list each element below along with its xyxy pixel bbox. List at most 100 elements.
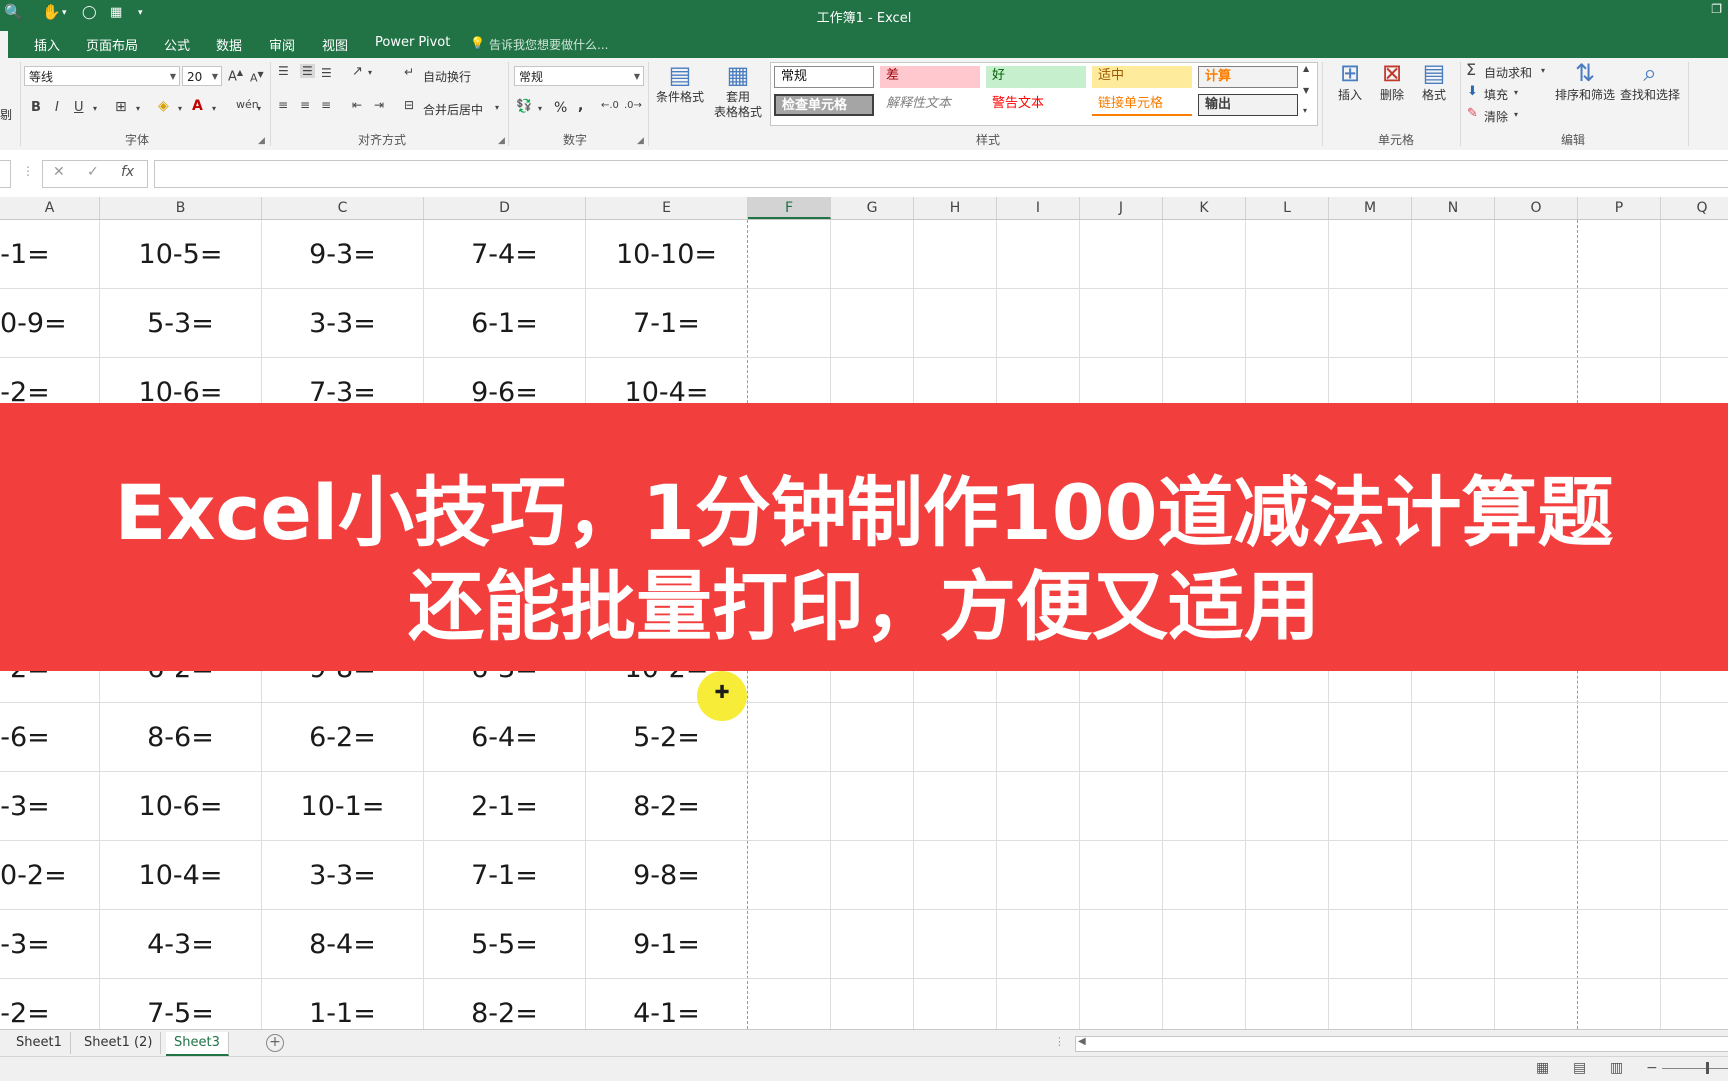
cell-D8[interactable]: 6-4= — [424, 703, 585, 772]
style-explanatory[interactable]: 解释性文本 — [880, 94, 980, 116]
border-dropdown-icon[interactable]: ▾ — [136, 104, 140, 113]
decrease-font-icon[interactable]: A▼ — [250, 70, 264, 85]
cell-E11[interactable]: 9-1= — [586, 910, 747, 979]
alignment-launcher-icon[interactable]: ◢ — [498, 136, 505, 146]
tab-insert[interactable]: 插入 — [34, 35, 60, 54]
align-left-icon[interactable]: ≡ — [278, 98, 288, 112]
delete-cells-button[interactable]: ⊠ 删除 — [1372, 58, 1412, 103]
fill-color-dropdown-icon[interactable]: ▾ — [178, 104, 182, 113]
fill-dropdown-icon[interactable]: ▾ — [1514, 88, 1518, 97]
bold-icon[interactable]: B — [31, 100, 41, 115]
cell-D2[interactable]: 6-1= — [424, 289, 585, 358]
col-header-M[interactable]: M — [1329, 197, 1412, 219]
cell-A10[interactable]: 0-2= — [0, 841, 67, 910]
align-center-icon[interactable]: ≡ — [300, 98, 310, 112]
add-sheet-icon[interactable]: + — [266, 1034, 284, 1052]
find-select-button[interactable]: ⌕ 查找和选择 — [1618, 58, 1682, 103]
style-check-cell[interactable]: 检查单元格 — [774, 94, 874, 116]
font-color-icon[interactable]: A — [192, 98, 203, 114]
page-break-view-icon[interactable]: ▥ — [1610, 1060, 1623, 1076]
cell-A11[interactable]: -3= — [0, 910, 50, 979]
sheet-tab-sheet3[interactable]: Sheet3 — [166, 1032, 229, 1056]
cell-C8[interactable]: 6-2= — [262, 703, 423, 772]
scroll-left-icon[interactable]: ◀ — [1078, 1036, 1086, 1047]
tab-home-partial[interactable] — [0, 31, 8, 58]
increase-indent-icon[interactable]: ⇥ — [374, 98, 384, 112]
italic-icon[interactable]: I — [55, 100, 59, 115]
underline-dropdown-icon[interactable]: ▾ — [93, 104, 97, 113]
insert-cells-button[interactable]: ⊞ 插入 — [1330, 58, 1370, 103]
page-layout-view-icon[interactable]: ▤ — [1573, 1060, 1586, 1076]
cell-B8[interactable]: 8-6= — [100, 703, 261, 772]
cell-A9[interactable]: -3= — [0, 772, 50, 841]
tell-me-search[interactable]: 告诉我您想要做什么... — [489, 36, 608, 53]
tab-power-pivot[interactable]: Power Pivot — [375, 35, 450, 50]
cell-A2[interactable]: 0-9= — [0, 289, 67, 358]
comma-button[interactable]: , — [578, 98, 583, 114]
align-top-icon[interactable]: ☰ — [278, 64, 289, 78]
col-header-O[interactable]: O — [1495, 197, 1578, 219]
cell-E10[interactable]: 9-8= — [586, 841, 747, 910]
merge-center-button[interactable]: 合并后居中 — [423, 101, 483, 118]
cell-B12[interactable]: 7-5= — [100, 979, 261, 1029]
cell-B11[interactable]: 4-3= — [100, 910, 261, 979]
format-cells-button[interactable]: ▤ 格式 — [1414, 58, 1454, 103]
wrap-text-icon[interactable]: ↵ — [404, 65, 414, 79]
col-header-L[interactable]: L — [1246, 197, 1329, 219]
insert-function-icon[interactable]: fx — [121, 164, 134, 180]
align-right-icon[interactable]: ≡ — [321, 98, 331, 112]
tab-view[interactable]: 视图 — [322, 35, 348, 54]
style-bad[interactable]: 差 — [880, 66, 980, 88]
zoom-slider[interactable] — [1662, 1068, 1728, 1069]
tab-split-grip-icon[interactable]: ⋮ — [1054, 1035, 1065, 1048]
style-calculation[interactable]: 计算 — [1198, 66, 1298, 88]
border-icon[interactable]: ⊞ — [115, 99, 127, 115]
orientation-dropdown-icon[interactable]: ▾ — [368, 68, 372, 77]
align-middle-icon[interactable]: ☰ — [300, 64, 315, 78]
cell-D1[interactable]: 7-4= — [424, 220, 585, 289]
sheet-tab-sheet1[interactable]: Sheet1 — [8, 1032, 71, 1054]
style-good[interactable]: 好 — [986, 66, 1086, 88]
font-launcher-icon[interactable]: ◢ — [258, 136, 265, 146]
col-header-Q[interactable]: Q — [1661, 197, 1728, 219]
cell-B9[interactable]: 10-6= — [100, 772, 261, 841]
style-neutral[interactable]: 适中 — [1092, 66, 1192, 88]
cell-C12[interactable]: 1-1= — [262, 979, 423, 1029]
col-header-D[interactable]: D — [424, 197, 586, 219]
cell-D11[interactable]: 5-5= — [424, 910, 585, 979]
col-header-N[interactable]: N — [1412, 197, 1495, 219]
col-header-F[interactable]: F — [748, 197, 831, 219]
font-color-dropdown-icon[interactable]: ▾ — [212, 104, 216, 113]
cell-E1[interactable]: 10-10= — [586, 220, 747, 289]
clear-button[interactable]: 清除 — [1484, 108, 1508, 125]
increase-font-icon[interactable]: A▲ — [228, 68, 243, 84]
orientation-icon[interactable]: ↗ — [352, 64, 363, 79]
conditional-format-button[interactable]: ▤ 条件格式 — [652, 60, 708, 105]
style-linked-cell[interactable]: 链接单元格 — [1092, 94, 1192, 116]
cell-D9[interactable]: 2-1= — [424, 772, 585, 841]
col-header-B[interactable]: B — [100, 197, 262, 219]
format-as-table-button[interactable]: ▦ 套用 表格格式 — [706, 60, 770, 120]
col-header-G[interactable]: G — [831, 197, 914, 219]
cancel-icon[interactable]: ✕ — [53, 164, 65, 180]
gallery-scroll-up-icon[interactable]: ▲ — [1303, 64, 1309, 73]
decrease-decimal-icon[interactable]: .0→ — [624, 100, 642, 111]
cell-A8[interactable]: -6= — [0, 703, 50, 772]
tab-review[interactable]: 审阅 — [269, 35, 295, 54]
name-box[interactable] — [0, 160, 11, 188]
gallery-more-icon[interactable]: ▾ — [1303, 106, 1307, 115]
cell-D12[interactable]: 8-2= — [424, 979, 585, 1029]
col-header-I[interactable]: I — [997, 197, 1080, 219]
merge-dropdown-icon[interactable]: ▾ — [495, 103, 499, 112]
formula-input[interactable] — [154, 160, 1728, 188]
currency-icon[interactable]: 💱 — [516, 99, 532, 114]
cell-A12[interactable]: -2= — [0, 979, 50, 1029]
formula-bar-grip-icon[interactable]: ⋮ — [22, 164, 34, 178]
font-name-box[interactable]: 等线 ▼ — [24, 66, 180, 86]
col-header-C[interactable]: C — [262, 197, 424, 219]
cell-C10[interactable]: 3-3= — [262, 841, 423, 910]
col-header-K[interactable]: K — [1163, 197, 1246, 219]
col-header-J[interactable]: J — [1080, 197, 1163, 219]
percent-button[interactable]: % — [554, 100, 567, 116]
cell-A1[interactable]: -1= — [0, 220, 50, 289]
